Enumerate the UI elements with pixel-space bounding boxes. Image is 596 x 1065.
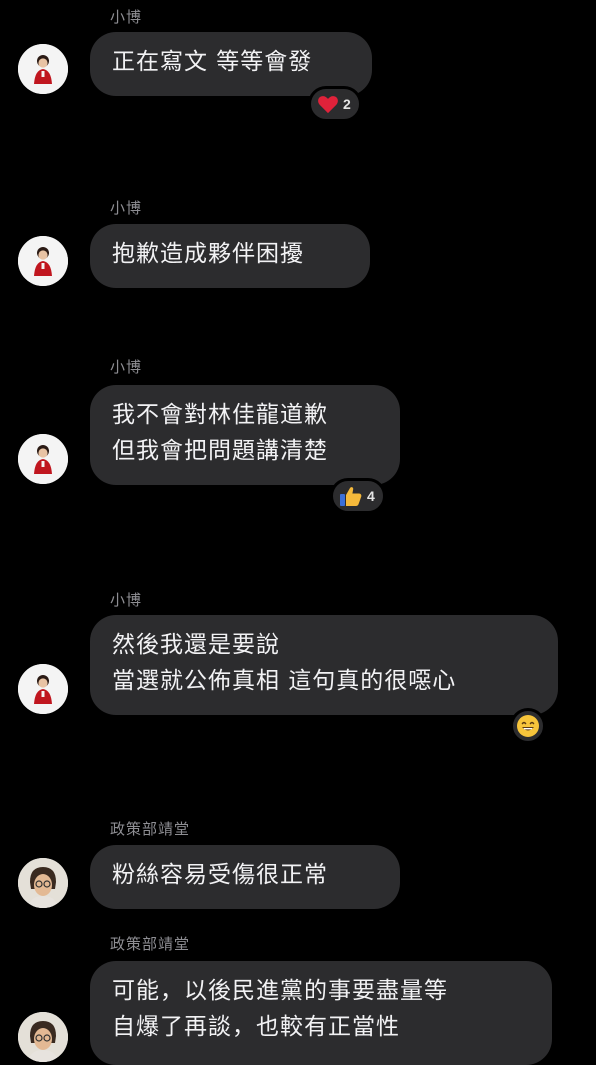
message-text: 然後我還是要說	[112, 632, 280, 658]
avatar[interactable]	[18, 434, 68, 484]
message-text: 抱歉造成夥伴困擾	[112, 241, 304, 267]
reaction-badge[interactable]: 2	[308, 86, 362, 122]
message-text: 但我會把問題講清楚	[112, 438, 328, 464]
sender-name: 政策部靖堂	[110, 820, 191, 838]
message-text: 粉絲容易受傷很正常	[112, 862, 328, 888]
reaction-count: 2	[343, 96, 351, 112]
person-red-shirt-icon	[18, 434, 68, 484]
avatar[interactable]	[18, 1012, 68, 1062]
heart-icon	[318, 96, 338, 114]
avatar[interactable]	[18, 44, 68, 94]
avatar[interactable]	[18, 236, 68, 286]
sender-name: 小博	[110, 8, 143, 26]
message-bubble[interactable]: 粉絲容易受傷很正常	[90, 845, 400, 909]
sender-name: 政策部靖堂	[110, 935, 191, 953]
thumbs-up-icon	[340, 487, 362, 506]
reaction-badge[interactable]: 4	[330, 478, 386, 514]
message-bubble[interactable]: 然後我還是要說 當選就公佈真相 這句真的很噁心	[90, 615, 558, 715]
grinning-face-icon	[517, 715, 539, 737]
sender-name: 小博	[110, 358, 143, 376]
message-bubble[interactable]: 可能，以後民進黨的事要盡量等 自爆了再談，也較有正當性	[90, 961, 552, 1065]
person-red-shirt-icon	[18, 236, 68, 286]
sender-name: 小博	[110, 199, 143, 217]
message-text: 當選就公佈真相 這句真的很噁心	[112, 668, 457, 694]
person-red-shirt-icon	[18, 664, 68, 714]
avatar[interactable]	[18, 858, 68, 908]
message-text: 我不會對林佳龍道歉	[112, 402, 328, 428]
message-text: 可能，以後民進黨的事要盡量等	[112, 978, 448, 1004]
message-bubble[interactable]: 抱歉造成夥伴困擾	[90, 224, 370, 288]
message-text: 自爆了再談，也較有正當性	[112, 1014, 400, 1040]
avatar[interactable]	[18, 664, 68, 714]
reaction-count: 4	[367, 488, 375, 504]
person-red-shirt-icon	[18, 44, 68, 94]
message-text: 正在寫文 等等會發	[112, 49, 313, 75]
reaction-badge[interactable]	[510, 708, 546, 744]
person-glasses-icon	[18, 858, 68, 908]
person-glasses-icon	[18, 1012, 68, 1062]
sender-name: 小博	[110, 591, 143, 609]
message-bubble[interactable]: 我不會對林佳龍道歉 但我會把問題講清楚	[90, 385, 400, 485]
